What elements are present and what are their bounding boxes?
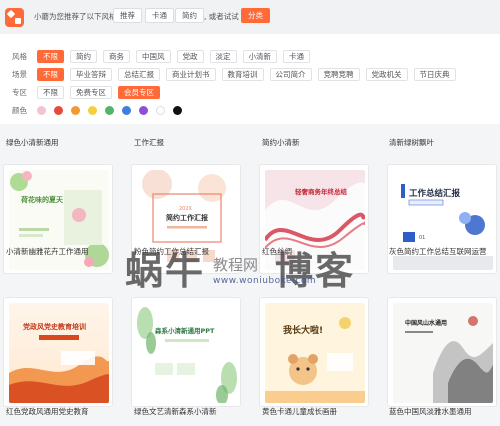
category-button[interactable]: 分类 — [241, 8, 270, 23]
template-card[interactable]: 我长大啦! — [259, 297, 369, 407]
scene-option[interactable]: 竞聘竞聘 — [317, 68, 360, 81]
filter-panel: 风格 不限 简约 商务 中国风 党政 淡定 小清新 卡通 场景 不限 毕业答辩 … — [0, 34, 500, 124]
filter-row-style: 风格 不限 简约 商务 中国风 党政 淡定 小清新 卡通 — [12, 50, 316, 63]
style-option[interactable]: 简约 — [70, 50, 97, 63]
scene-option[interactable]: 公司简介 — [269, 68, 312, 81]
scene-option[interactable]: 教育培训 — [221, 68, 264, 81]
try-text: , 或者试试 — [204, 12, 239, 21]
card-caption[interactable]: 绿色小清新通用 — [6, 137, 59, 148]
filter-label-style: 风格 — [12, 52, 27, 61]
card-caption[interactable]: 黄色卡通儿童成长画册 — [262, 406, 337, 417]
template-card[interactable]: 荷花味的夏天 — [3, 164, 113, 274]
suggest-text: 小蘑为您推荐了以下风格 — [34, 12, 117, 21]
template-grid: 绿色小清新通用 工作汇报 简约小清新 清新绿树飘叶 荷花味的夏天 202X 简约… — [0, 124, 500, 426]
style-option[interactable]: 商务 — [103, 50, 130, 63]
zone-option[interactable]: 免费专区 — [70, 86, 112, 99]
watermark-url: www.woniuboke.com — [213, 276, 317, 286]
style-option[interactable]: 不限 — [37, 50, 64, 63]
watermark-brand-2: 博客 — [275, 249, 356, 293]
card-caption[interactable]: 清新绿树飘叶 — [389, 137, 434, 148]
scene-option[interactable]: 党政机关 — [365, 68, 408, 81]
watermark-sub: 教程网 — [213, 256, 259, 274]
zone-option[interactable]: 会员专区 — [118, 86, 160, 99]
template-thumbnail: 我长大啦! — [265, 303, 365, 403]
watermark-brand: 蜗牛 — [125, 249, 206, 293]
template-thumbnail: 中国风山水通用 — [393, 303, 493, 403]
card-caption[interactable]: 小清新幽雅花卉工作通用 — [6, 246, 89, 257]
color-swatch-blue[interactable] — [122, 106, 131, 115]
scene-option[interactable]: 节日庆典 — [413, 68, 456, 81]
slide-title: 荷花味的夏天 — [20, 195, 64, 204]
filter-label-zone: 专区 — [12, 88, 27, 97]
card-caption[interactable]: 简约小清新 — [262, 137, 300, 148]
chip-simple[interactable]: 简约 — [175, 8, 204, 23]
filter-row-color: 颜色 — [12, 104, 190, 117]
card-caption[interactable]: 工作汇报 — [134, 137, 164, 148]
slide-title: 工作总结汇报 — [409, 188, 461, 199]
template-card[interactable]: 森系小清新通用PPT — [131, 297, 241, 407]
slide-title: 简约工作汇报 — [166, 213, 209, 222]
style-option[interactable]: 卡通 — [283, 50, 310, 63]
style-option[interactable]: 中国风 — [136, 50, 171, 63]
logo-icon — [5, 8, 24, 27]
color-swatch-yellow[interactable] — [88, 106, 97, 115]
recommend-bar: 小蘑为您推荐了以下风格 推荐 卡通 简约 , 或者试试 分类 — [0, 0, 500, 34]
zone-option[interactable]: 不限 — [37, 86, 64, 99]
color-swatch-white[interactable] — [156, 106, 165, 115]
color-swatch-orange[interactable] — [71, 106, 80, 115]
chip-recommend[interactable]: 推荐 — [113, 8, 142, 23]
slide-title: 我长大啦! — [283, 324, 323, 336]
slide-title: 中国风山水通用 — [405, 319, 447, 327]
template-thumbnail: 党政风党史教育培训 — [9, 303, 109, 403]
color-swatch-black[interactable] — [173, 106, 182, 115]
watermark: 蜗牛 教程网 博客 www.woniuboke.com — [125, 240, 395, 293]
card-caption[interactable]: 绿色文艺清新森系小清新 — [134, 406, 217, 417]
style-option[interactable]: 淡定 — [209, 50, 237, 63]
svg-text:01: 01 — [419, 235, 425, 241]
scene-option[interactable]: 总结汇报 — [118, 68, 160, 81]
color-swatch-purple[interactable] — [139, 106, 148, 115]
color-swatch-pink[interactable] — [37, 106, 46, 115]
style-option[interactable]: 小清新 — [242, 50, 277, 63]
slide-title: 党政风党史教育培训 — [23, 322, 86, 331]
slide-title: 森系小清新通用PPT — [155, 326, 215, 335]
filter-label-scene: 场景 — [12, 70, 27, 79]
chip-cartoon[interactable]: 卡通 — [145, 8, 174, 23]
color-swatch-red[interactable] — [54, 106, 63, 115]
scene-option[interactable]: 商业计划书 — [166, 68, 216, 81]
card-caption[interactable]: 灰色简约工作总结互联网运营 — [389, 246, 487, 257]
filter-row-scene: 场景 不限 毕业答辩 总结汇报 商业计划书 教育培训 公司简介 竞聘竞聘 党政机… — [12, 68, 462, 81]
scene-option[interactable]: 毕业答辩 — [70, 68, 112, 81]
svg-text:202X: 202X — [179, 206, 193, 212]
slide-title: 轻奢商务年终总结 — [295, 187, 348, 196]
template-card[interactable]: 中国风山水通用 — [387, 297, 497, 407]
card-caption[interactable]: 红色党政风通用党史教育 — [6, 406, 89, 417]
scene-option[interactable]: 不限 — [37, 68, 64, 81]
template-thumbnail: 森系小清新通用PPT — [137, 303, 237, 403]
color-swatch-green[interactable] — [105, 106, 114, 115]
style-option[interactable]: 党政 — [176, 50, 204, 63]
filter-row-zone: 专区 不限 免费专区 会员专区 — [12, 86, 166, 99]
template-card[interactable]: 工作总结汇报 01 — [387, 164, 497, 274]
filter-label-color: 颜色 — [12, 106, 27, 115]
template-card[interactable]: 党政风党史教育培训 — [3, 297, 113, 407]
card-caption[interactable]: 蓝色中国风淡雅水墨通用 — [389, 406, 472, 417]
